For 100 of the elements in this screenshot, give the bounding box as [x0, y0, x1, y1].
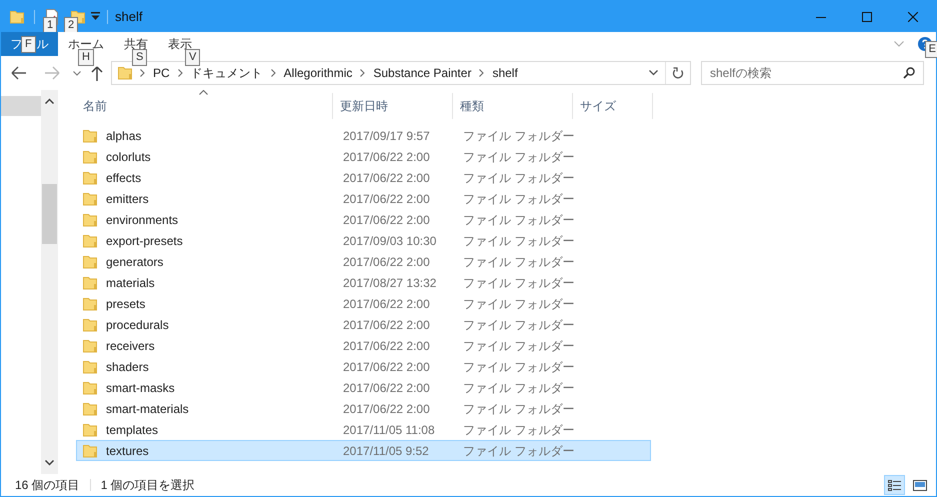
breadcrumb[interactable]: shelf — [492, 64, 518, 82]
search-field[interactable]: shelfの検索 — [701, 61, 924, 85]
breadcrumb[interactable]: Allegorithmic — [284, 64, 352, 82]
search-icon[interactable] — [903, 67, 915, 79]
file-type: ファイル フォルダー — [462, 422, 574, 438]
large-icons-view-icon — [912, 480, 926, 490]
keytip: F — [21, 36, 36, 53]
modified-date: 2017/06/22 2:00 — [342, 296, 431, 312]
folder-icon — [83, 358, 97, 374]
file-row[interactable]: receivers 2017/06/22 2:00 ファイル フォルダー — [76, 335, 651, 356]
file-name: emitters — [106, 190, 150, 208]
modified-date: 2017/06/22 2:00 — [342, 170, 431, 186]
modified-date: 2017/11/05 9:52 — [342, 442, 430, 460]
file-row[interactable]: environments 2017/06/22 2:00 ファイル フォルダー — [76, 209, 651, 230]
dropdown-icon[interactable] — [649, 70, 658, 76]
folder-icon — [83, 190, 97, 206]
file-row[interactable]: procedurals 2017/06/22 2:00 ファイル フォルダー — [76, 314, 651, 335]
file-name: generators — [106, 254, 164, 270]
folder-icon — [83, 338, 97, 354]
file-row[interactable]: shaders 2017/06/22 2:00 ファイル フォルダー — [76, 356, 651, 377]
breadcrumb[interactable]: Substance Painter — [373, 64, 472, 82]
file-type: ファイル フォルダー — [462, 170, 574, 186]
folder-icon — [83, 254, 97, 270]
file-row[interactable]: export-presets 2017/09/03 10:30 ファイル フォルダー — [76, 230, 651, 251]
item-count: 16 個の項目 — [15, 477, 80, 494]
file-type: ファイル フォルダー — [462, 380, 574, 396]
folder-icon — [83, 400, 97, 416]
column-header[interactable]: サイズ — [573, 93, 653, 119]
scroll-down-icon[interactable] — [45, 460, 54, 466]
file-type: ファイル フォルダー — [462, 190, 574, 208]
modified-date: 2017/06/22 2:00 — [342, 358, 431, 376]
file-name: alphas — [106, 128, 142, 144]
breadcrumb[interactable]: ドキュメント — [190, 64, 263, 82]
file-row[interactable]: textures 2017/11/05 9:52 ファイル フォルダー — [76, 440, 651, 461]
file-row[interactable]: generators 2017/06/22 2:00 ファイル フォルダー — [76, 251, 651, 272]
scrollbar-thumb[interactable] — [42, 184, 57, 244]
column-header[interactable]: 種類 — [453, 93, 573, 119]
file-name: presets — [106, 296, 146, 312]
folder-icon — [83, 170, 97, 186]
file-name: export-presets — [106, 232, 184, 250]
file-type: ファイル フォルダー — [462, 148, 574, 166]
modified-date: 2017/06/22 2:00 — [342, 148, 431, 166]
window-title: shelf — [115, 8, 142, 26]
selection-count: 1 個の項目を選択 — [100, 477, 195, 494]
up-arrow-icon[interactable] — [91, 66, 103, 80]
file-name: smart-materials — [106, 400, 190, 418]
file-row[interactable]: materials 2017/08/27 13:32 ファイル フォルダー — [76, 272, 651, 293]
chevron-icon — [178, 69, 183, 77]
folder-icon — [83, 442, 97, 458]
refresh-icon[interactable] — [672, 66, 684, 80]
modified-date: 2017/09/17 9:57 — [342, 128, 431, 144]
file-row[interactable]: presets 2017/06/22 2:00 ファイル フォルダー — [76, 293, 651, 314]
file-name: materials — [106, 274, 156, 292]
folder-icon — [83, 148, 97, 164]
file-type: ファイル フォルダー — [462, 232, 574, 250]
folder-icon — [83, 316, 97, 332]
folder-icon — [83, 274, 97, 290]
back-arrow-icon[interactable] — [11, 66, 27, 80]
folder-icon — [83, 232, 97, 248]
folder-icon — [83, 128, 97, 144]
file-type: ファイル フォルダー — [462, 400, 574, 418]
modified-date: 2017/11/05 11:08 — [342, 422, 436, 438]
chevron-icon — [360, 69, 366, 77]
recent-locations-icon[interactable] — [73, 70, 81, 76]
file-name: textures — [106, 442, 150, 460]
file-row[interactable]: effects 2017/06/22 2:00 ファイル フォルダー — [76, 167, 651, 188]
dropdown-icon[interactable] — [91, 12, 100, 21]
file-row[interactable]: colorluts 2017/06/22 2:00 ファイル フォルダー — [76, 146, 651, 167]
keytip: H — [78, 49, 94, 66]
chevron-icon — [479, 69, 484, 77]
file-type: ファイル フォルダー — [462, 442, 574, 460]
file-type: ファイル フォルダー — [462, 254, 574, 270]
details-view-button[interactable] — [884, 475, 905, 495]
column-header[interactable]: 名前 — [76, 93, 333, 119]
breadcrumb[interactable]: PC — [153, 64, 170, 82]
address-field[interactable]: PC ドキュメント Allegorithmic Substance Painter shelf — [111, 61, 691, 85]
file-row[interactable]: alphas 2017/09/17 9:57 ファイル フォルダー — [76, 125, 651, 146]
folder-icon — [83, 422, 97, 438]
file-type: ファイル フォルダー — [462, 316, 574, 334]
file-name: colorluts — [106, 148, 152, 166]
file-name: templates — [106, 422, 160, 438]
scroll-up-icon[interactable] — [45, 98, 54, 104]
scrollbar[interactable] — [41, 90, 58, 474]
file-row[interactable]: templates 2017/11/05 11:08 ファイル フォルダー — [76, 419, 651, 440]
file-name: effects — [106, 170, 142, 186]
chevron-icon — [270, 69, 276, 77]
column-header[interactable]: 更新日時 — [333, 93, 453, 119]
file-type: ファイル フォルダー — [462, 296, 574, 312]
keytip: V — [185, 49, 200, 66]
file-row[interactable]: emitters 2017/06/22 2:00 ファイル フォルダー — [76, 188, 651, 209]
file-row[interactable]: smart-masks 2017/06/22 2:00 ファイル フォルダー — [76, 377, 651, 398]
modified-date: 2017/08/27 13:32 — [342, 274, 438, 292]
modified-date: 2017/06/22 2:00 — [342, 380, 431, 396]
file-name: environments — [106, 212, 180, 228]
modified-date: 2017/09/03 10:30 — [342, 232, 438, 250]
file-row[interactable]: smart-materials 2017/06/22 2:00 ファイル フォルダー — [76, 398, 651, 419]
modified-date: 2017/06/22 2:00 — [342, 254, 431, 270]
modified-date: 2017/06/22 2:00 — [342, 316, 431, 334]
folder-icon — [83, 212, 97, 228]
modified-date: 2017/06/22 2:00 — [342, 212, 431, 228]
